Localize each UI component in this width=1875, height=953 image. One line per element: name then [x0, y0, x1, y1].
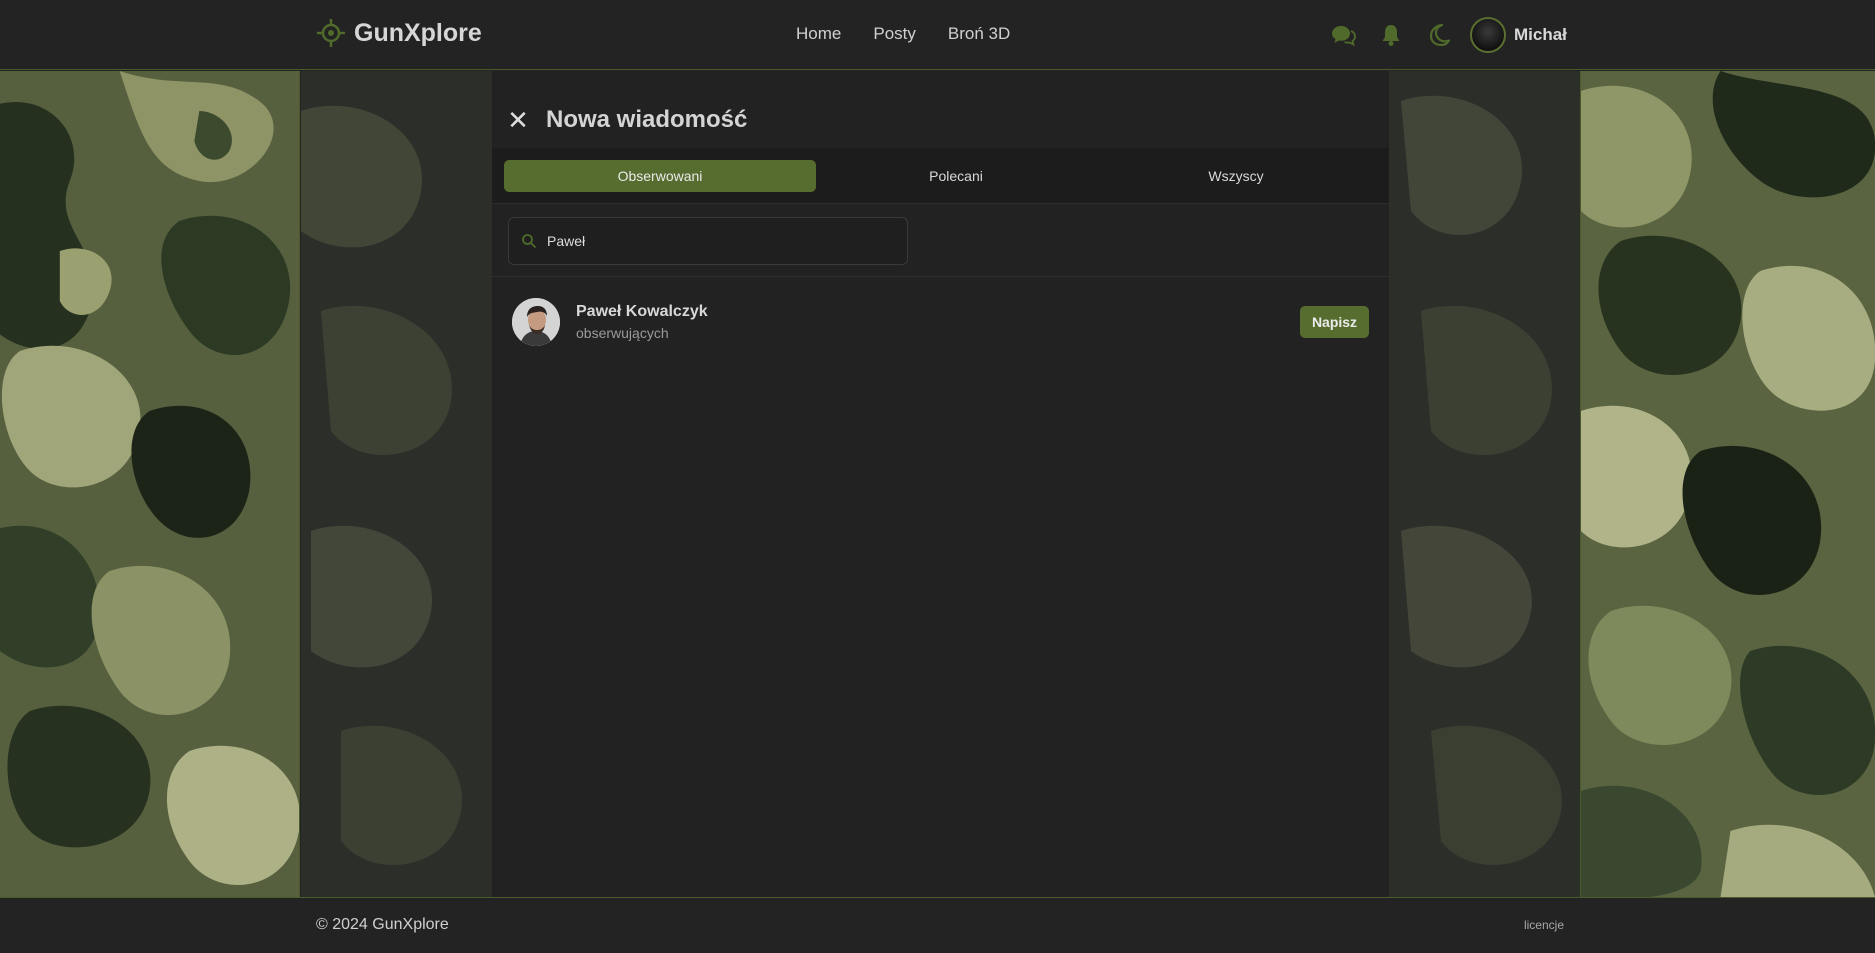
modal-header: ✕ Nowa wiadomość	[492, 95, 747, 145]
chat-icon	[1332, 26, 1356, 47]
logo[interactable]: GunXplore	[316, 18, 482, 48]
result-name: Paweł Kowalczyk	[576, 303, 708, 320]
avatar	[512, 298, 560, 346]
result-text: Paweł Kowalczyk obserwujących	[576, 303, 708, 341]
tab-wszyscy[interactable]: Wszyscy	[1096, 160, 1376, 192]
license-link[interactable]: licencje	[1524, 918, 1564, 932]
bell-icon	[1382, 25, 1400, 46]
messages-button[interactable]	[1326, 18, 1360, 52]
logo-text: GunXplore	[354, 18, 482, 47]
result-subtitle: obserwujących	[576, 325, 669, 341]
top-navbar: GunXplore Home Posty Broń 3D Michał	[0, 0, 1875, 70]
user-name: Michał	[1514, 25, 1567, 44]
moon-icon	[1429, 23, 1451, 47]
camo-background-left	[0, 71, 300, 897]
user-menu[interactable]: Michał	[1470, 17, 1567, 53]
copyright: © 2024 GunXplore	[316, 916, 449, 933]
notifications-button[interactable]	[1374, 18, 1408, 52]
modal-title: Nowa wiadomość	[546, 106, 748, 133]
camo-background-right	[1580, 71, 1875, 897]
nav-home[interactable]: Home	[796, 24, 841, 44]
search-row	[492, 205, 1389, 277]
nav-bron-3d[interactable]: Broń 3D	[948, 24, 1010, 44]
header-actions: Michał	[1326, 17, 1567, 53]
close-icon: ✕	[507, 104, 529, 135]
close-button[interactable]: ✕	[498, 100, 538, 140]
tab-polecani[interactable]: Polecani	[816, 160, 1096, 192]
nav-posty[interactable]: Posty	[873, 24, 916, 44]
new-message-panel: ✕ Nowa wiadomość Obserwowani Polecani Ws…	[492, 71, 1389, 897]
search-field[interactable]	[508, 217, 908, 265]
search-input[interactable]	[547, 233, 887, 249]
theme-toggle-button[interactable]	[1422, 18, 1456, 52]
list-item[interactable]: Paweł Kowalczyk obserwujących Napisz	[492, 291, 1389, 353]
avatar	[1470, 17, 1506, 53]
crosshair-logo-icon	[317, 19, 345, 47]
search-icon	[522, 234, 537, 249]
write-message-button[interactable]: Napisz	[1300, 306, 1369, 338]
footer: © 2024 GunXplore licencje	[0, 897, 1875, 953]
main-nav: Home Posty Broń 3D	[796, 24, 1042, 44]
recipient-tabs: Obserwowani Polecani Wszyscy	[492, 148, 1389, 204]
main-content: ✕ Nowa wiadomość Obserwowani Polecani Ws…	[301, 71, 1580, 897]
tab-obserwowani[interactable]: Obserwowani	[504, 159, 816, 192]
